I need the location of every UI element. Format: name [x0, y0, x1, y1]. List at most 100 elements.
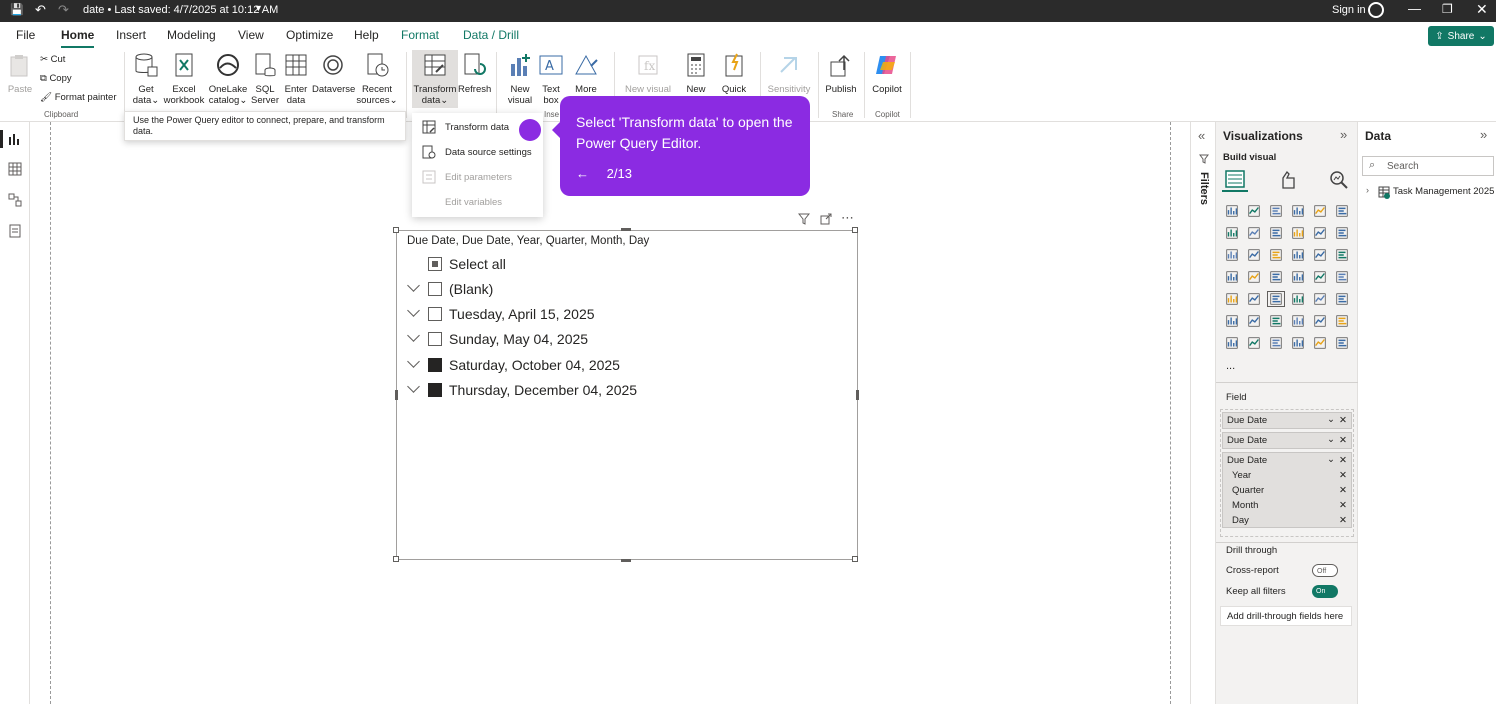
format-painter-button[interactable]: 🖌 Format painter — [40, 92, 116, 103]
tab-modeling[interactable]: Modeling — [167, 28, 216, 42]
arrows-icon[interactable] — [1334, 336, 1350, 350]
tab-help[interactable]: Help — [354, 28, 379, 42]
menu-item-data-source-settings[interactable]: Data source settings — [412, 140, 543, 165]
close-icon[interactable]: ✕ — [1476, 1, 1488, 18]
slicer-select-all[interactable]: Select all — [397, 253, 857, 275]
report-view-icon[interactable] — [8, 132, 22, 146]
expand-left-icon[interactable]: « — [1198, 128, 1205, 143]
tab-data-drill[interactable]: Data / Drill — [463, 28, 519, 42]
tab-home[interactable]: Home — [61, 28, 95, 48]
slicer-visual[interactable]: Due Date, Due Date, Year, Quarter, Month… — [396, 230, 858, 560]
remove-icon[interactable]: ✕ — [1339, 500, 1347, 511]
tab-format[interactable]: Format — [401, 28, 439, 42]
100-area-icon[interactable] — [1290, 226, 1306, 240]
quick-measure-button[interactable]: Quick — [718, 52, 750, 95]
chevron-down-icon[interactable]: ⌄ — [1327, 414, 1335, 425]
cross-report-toggle[interactable]: Off — [1312, 564, 1338, 577]
stacked-column-icon[interactable] — [1246, 204, 1262, 218]
python-visual-icon[interactable] — [1224, 314, 1240, 328]
table-icon[interactable] — [1290, 292, 1306, 306]
share-button[interactable]: ⇪ Share ⌄ — [1428, 26, 1494, 46]
slicer-row[interactable]: Sunday, May 04, 2025 — [397, 328, 857, 350]
tab-view[interactable]: View — [238, 28, 264, 42]
key-influencers-icon[interactable] — [1246, 314, 1262, 328]
treemap-icon[interactable] — [1224, 270, 1240, 284]
multi-card-icon[interactable] — [1224, 292, 1240, 306]
donut-icon[interactable] — [1334, 248, 1350, 262]
100-bar-icon[interactable] — [1312, 204, 1328, 218]
sign-in-link[interactable]: Sign in — [1332, 4, 1366, 16]
resize-handle[interactable] — [852, 227, 858, 233]
filled-map-icon[interactable] — [1268, 270, 1284, 284]
remove-icon[interactable]: ✕ — [1339, 470, 1347, 481]
focus-mode-icon[interactable] — [820, 213, 832, 225]
chevron-down-icon[interactable] — [407, 329, 420, 342]
line-clustered-icon[interactable] — [1334, 226, 1350, 240]
redo-icon[interactable]: ↷ — [58, 2, 69, 18]
chevron-right-icon[interactable]: › — [1366, 185, 1369, 195]
line-chart-icon[interactable] — [1224, 226, 1240, 240]
slicer-checkbox[interactable] — [428, 332, 442, 346]
more-options-icon[interactable]: ⋯ — [841, 210, 854, 226]
resize-handle[interactable] — [856, 390, 859, 400]
chevron-down-icon[interactable] — [407, 279, 420, 292]
power-automate-icon[interactable] — [1268, 336, 1284, 350]
get-data-button[interactable]: Get data⌄ — [130, 52, 162, 106]
resize-handle[interactable] — [395, 390, 398, 400]
publish-button[interactable]: Publish — [824, 52, 858, 95]
metrics-icon[interactable] — [1290, 336, 1306, 350]
more-visuals-button[interactable]: More — [570, 52, 602, 95]
new-measure-button[interactable]: New — [682, 52, 710, 95]
chevron-down-icon[interactable]: ⌄ — [1327, 434, 1335, 445]
undo-icon[interactable]: ↶ — [35, 2, 46, 18]
slicer-checkbox[interactable] — [428, 358, 442, 372]
more-visuals-ellipsis[interactable]: ... — [1226, 360, 1235, 372]
recent-sources-button[interactable]: Recent sources⌄ — [356, 52, 398, 106]
enter-data-button[interactable]: Enter data — [282, 52, 310, 106]
resize-handle[interactable] — [393, 556, 399, 562]
chevron-down-icon[interactable] — [407, 304, 420, 317]
save-icon[interactable]: 💾 — [10, 3, 24, 16]
refresh-button[interactable]: Refresh — [458, 52, 491, 95]
dataverse-button[interactable]: Dataverse — [312, 52, 355, 95]
chevron-down-icon[interactable] — [407, 355, 420, 368]
slicer-row[interactable]: Tuesday, April 15, 2025 — [397, 303, 857, 325]
onelake-catalog-button[interactable]: OneLake catalog⌄ — [206, 52, 250, 106]
slicer-row[interactable]: (Blank) — [397, 278, 857, 300]
sql-server-button[interactable]: SQL Server — [250, 52, 280, 106]
slicer-row[interactable]: Saturday, October 04, 2025 — [397, 354, 857, 376]
remove-icon[interactable]: ✕ — [1339, 415, 1347, 426]
map-icon[interactable] — [1246, 270, 1262, 284]
text-box-button[interactable]: A Text box — [538, 52, 564, 106]
trophy-icon[interactable] — [1334, 314, 1350, 328]
excel-workbook-button[interactable]: Excel workbook — [162, 52, 206, 106]
copilot-button[interactable]: Copilot — [870, 52, 904, 95]
select-all-checkbox[interactable] — [428, 257, 442, 271]
format-visual-icon[interactable] — [1278, 170, 1298, 190]
slicer-row[interactable]: Thursday, December 04, 2025 — [397, 379, 857, 401]
slicer-icon[interactable] — [1267, 291, 1285, 307]
remove-icon[interactable]: ✕ — [1339, 455, 1347, 466]
data-search-box[interactable]: ⌕ Search — [1362, 156, 1494, 176]
field-well-item[interactable]: Due Date ⌄ ✕ — [1222, 432, 1352, 449]
cut-button[interactable]: ✂ Cut — [40, 54, 65, 65]
paginated-report-icon[interactable] — [1224, 336, 1240, 350]
resize-handle[interactable] — [852, 556, 858, 562]
collapse-right-icon[interactable]: » — [1340, 127, 1347, 142]
transform-data-button[interactable]: Transform data⌄ — [412, 50, 458, 108]
paste-button[interactable]: Paste — [6, 52, 34, 95]
table-view-icon[interactable] — [8, 162, 22, 176]
100-column-icon[interactable] — [1334, 204, 1350, 218]
field-well-item[interactable]: Due Date ⌄ ✕ — [1222, 412, 1352, 429]
diamond-icon[interactable] — [1312, 336, 1328, 350]
decomposition-tree-icon[interactable] — [1268, 314, 1284, 328]
data-table-item[interactable]: › Task Management 2025 — [1366, 185, 1496, 201]
tab-insert[interactable]: Insert — [116, 28, 146, 42]
azure-map-icon[interactable] — [1290, 270, 1306, 284]
tab-file[interactable]: File — [16, 28, 35, 42]
back-arrow-icon[interactable]: ← — [576, 166, 589, 181]
clustered-column-icon[interactable] — [1290, 204, 1306, 218]
slicer-checkbox[interactable] — [428, 307, 442, 321]
keep-all-filters-toggle[interactable]: On — [1312, 585, 1338, 598]
pie-icon[interactable] — [1312, 248, 1328, 262]
